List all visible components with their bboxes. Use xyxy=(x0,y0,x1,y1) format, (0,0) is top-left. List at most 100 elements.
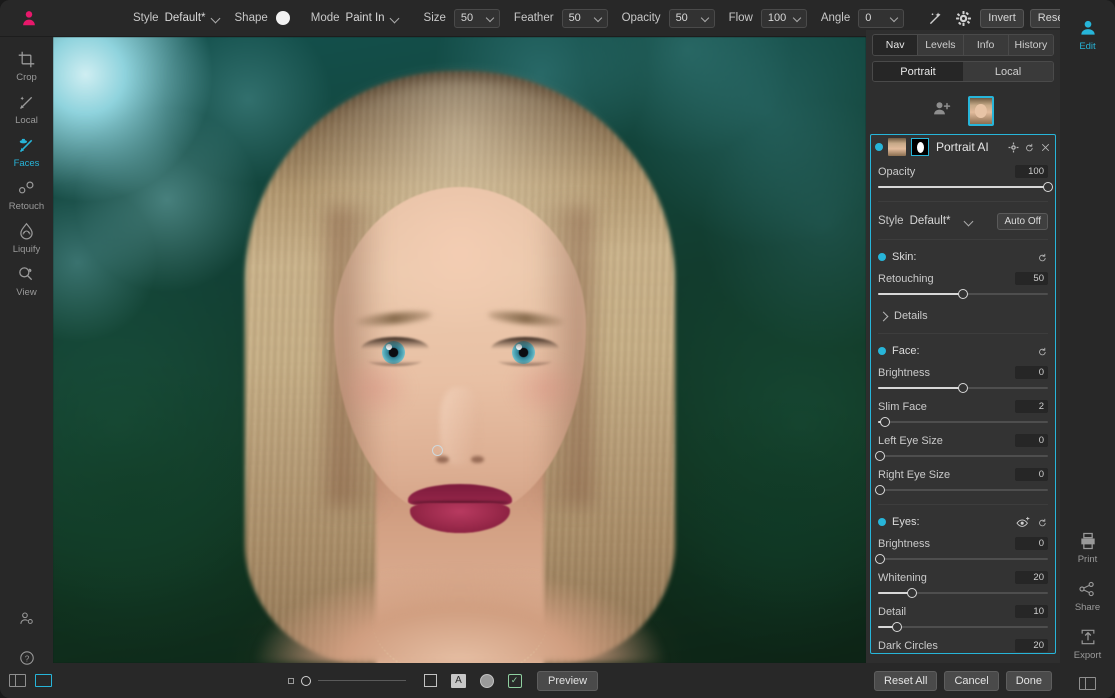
panel-single-icon[interactable] xyxy=(35,674,52,687)
reset-arrow-icon[interactable] xyxy=(1037,517,1048,528)
layer-thumbnail[interactable] xyxy=(888,138,906,156)
gear-icon[interactable] xyxy=(1008,142,1019,153)
done-button[interactable]: Done xyxy=(1006,671,1052,691)
filled-circle-icon[interactable] xyxy=(478,672,495,689)
face-thumbnail[interactable] xyxy=(968,96,994,126)
tab-info[interactable]: Info xyxy=(964,35,1009,55)
feather-control[interactable]: Feather 50 xyxy=(514,9,608,28)
rail-item-print[interactable]: Print xyxy=(1078,531,1098,565)
section-enabled-dot[interactable] xyxy=(878,518,886,526)
angle-input[interactable]: 0 xyxy=(858,9,904,28)
opacity-control[interactable]: Opacity 50 xyxy=(622,9,715,28)
rail-item-export[interactable]: Export xyxy=(1074,627,1101,661)
right-eye-size-slider[interactable] xyxy=(878,484,1048,496)
subtab-portrait[interactable]: Portrait xyxy=(873,62,963,81)
rail-item-edit[interactable]: Edit xyxy=(1078,18,1098,52)
sidebar-item-faces[interactable]: Faces xyxy=(0,133,53,169)
sidebar-item-local[interactable]: Local xyxy=(0,90,53,126)
gear-icon[interactable] xyxy=(952,7,974,29)
flow-input[interactable]: 100 xyxy=(761,9,807,28)
skin-retouching-slider[interactable] xyxy=(878,288,1048,300)
panel-layout-icon[interactable] xyxy=(1079,677,1096,690)
cancel-button[interactable]: Cancel xyxy=(944,671,998,691)
slim-face-slider[interactable] xyxy=(878,416,1048,428)
feather-input[interactable]: 50 xyxy=(562,9,608,28)
left-eye-size-slider[interactable] xyxy=(878,450,1048,462)
size-control[interactable]: Size 50 xyxy=(424,9,500,28)
reset-all-button[interactable]: Reset All xyxy=(874,671,937,691)
opacity-input[interactable]: 50 xyxy=(669,9,715,28)
layer-opacity-value: 100 xyxy=(1015,165,1048,178)
shape-control[interactable]: Shape xyxy=(235,11,297,25)
magic-wand-icon[interactable] xyxy=(924,7,946,29)
style-control[interactable]: Style Default* xyxy=(133,12,221,24)
tab-nav[interactable]: Nav xyxy=(873,35,918,55)
detail-slider[interactable] xyxy=(878,621,1048,633)
section-skin-label: Skin: xyxy=(892,251,1031,263)
add-person-icon[interactable] xyxy=(932,99,952,124)
subtab-local[interactable]: Local xyxy=(963,62,1053,81)
section-enabled-dot[interactable] xyxy=(878,253,886,261)
sidebar-item-crop[interactable]: Crop xyxy=(0,47,53,83)
image-canvas[interactable] xyxy=(53,37,866,663)
zoom-slider-track[interactable] xyxy=(318,680,406,681)
style-value: Default* xyxy=(165,12,206,24)
chevron-down-icon[interactable] xyxy=(595,14,603,23)
reset-arrow-icon[interactable] xyxy=(1024,142,1035,153)
sidebar-item-liquify[interactable]: Liquify xyxy=(0,219,53,255)
layer-style-row[interactable]: Style Default* Auto Off xyxy=(871,211,1055,231)
preview-button[interactable]: Preview xyxy=(537,671,598,691)
flow-control[interactable]: Flow 100 xyxy=(729,9,807,28)
size-input[interactable]: 50 xyxy=(454,9,500,28)
sidebar-item-retouch[interactable]: Retouch xyxy=(0,176,53,212)
portrait-app-logo-icon xyxy=(20,9,38,27)
chevron-down-icon[interactable] xyxy=(391,14,400,23)
square-outline-icon[interactable] xyxy=(422,672,439,689)
layer-enabled-dot[interactable] xyxy=(875,143,883,151)
zoom-slider-knob[interactable] xyxy=(301,676,311,686)
reset-arrow-icon[interactable] xyxy=(1037,252,1048,263)
reset-arrow-icon[interactable] xyxy=(1037,346,1048,357)
person-settings-icon[interactable] xyxy=(18,610,36,633)
panel-split-icon[interactable] xyxy=(9,674,26,687)
tab-history[interactable]: History xyxy=(1009,35,1053,55)
face-brightness-slider[interactable] xyxy=(878,382,1048,394)
divider xyxy=(878,504,1048,505)
checkbox-icon[interactable]: ✓ xyxy=(506,672,523,689)
shape-label: Shape xyxy=(235,12,268,24)
layer-opacity-slider[interactable] xyxy=(878,181,1048,193)
chevron-down-icon[interactable] xyxy=(794,14,802,23)
chevron-down-icon[interactable] xyxy=(487,14,495,23)
divider xyxy=(878,333,1048,334)
whitening-slider[interactable] xyxy=(878,587,1048,599)
right-rail-bottom: Print Share Export xyxy=(1074,531,1101,690)
right-action-rail: Edit Print Share xyxy=(1060,0,1115,698)
eye-plus-icon[interactable] xyxy=(1016,516,1031,529)
share-icon xyxy=(1077,579,1097,599)
text-a-icon[interactable]: A xyxy=(450,672,467,689)
skin-details-expander[interactable]: Details xyxy=(878,307,1048,325)
right-panel: Nav Levels Info History Portrait Local xyxy=(866,30,1060,663)
mode-control[interactable]: Mode Paint In xyxy=(311,12,400,24)
chevron-down-icon[interactable] xyxy=(891,14,899,23)
section-enabled-dot[interactable] xyxy=(878,347,886,355)
sidebar-label-retouch: Retouch xyxy=(9,201,44,212)
angle-control[interactable]: Angle 0 xyxy=(821,9,904,28)
eyes-brightness-slider[interactable] xyxy=(878,553,1048,565)
tab-levels[interactable]: Levels xyxy=(918,35,963,55)
chevron-down-icon[interactable] xyxy=(702,14,710,23)
layer-mask-thumbnail[interactable] xyxy=(911,138,929,156)
chevron-down-icon[interactable] xyxy=(965,217,974,226)
invert-button[interactable]: Invert xyxy=(980,9,1024,28)
flow-value: 100 xyxy=(768,12,786,24)
whitening-label: Whitening xyxy=(878,572,927,584)
rail-item-share[interactable]: Share xyxy=(1075,579,1100,613)
dark-circles-label: Dark Circles xyxy=(878,640,938,652)
close-icon[interactable] xyxy=(1040,142,1051,153)
round-brush-shape-icon[interactable] xyxy=(276,11,290,25)
skin-retouching-label: Retouching xyxy=(878,273,934,285)
auto-off-button[interactable]: Auto Off xyxy=(997,213,1048,230)
zoom-slider-group[interactable] xyxy=(288,676,406,686)
chevron-down-icon[interactable] xyxy=(212,14,221,23)
sidebar-item-view[interactable]: View xyxy=(0,262,53,298)
